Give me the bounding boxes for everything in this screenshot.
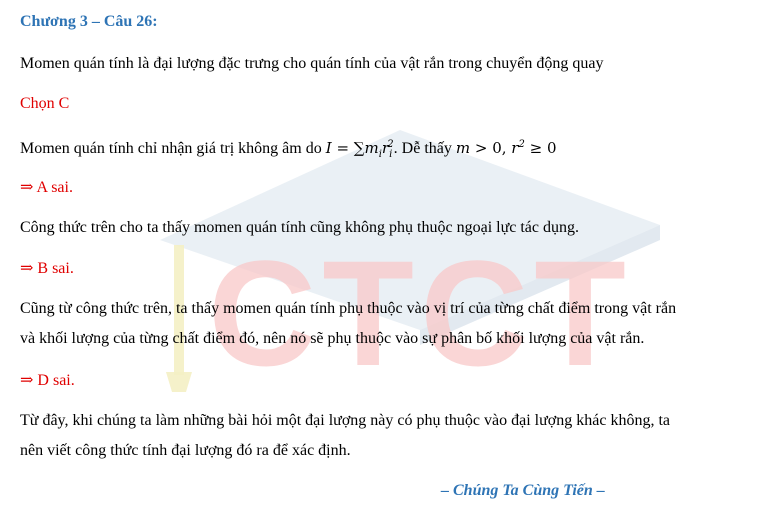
answer-choice: Chọn C <box>20 95 70 112</box>
paragraph-position-line2: và khối lượng của từng chất điểm đó, nên… <box>20 330 645 347</box>
paragraph-position-line1: Cũng từ công thức trên, ta thấy momen qu… <box>20 300 677 317</box>
inertia-formula: I = ∑miri2 <box>325 139 394 160</box>
page-title: Chương 3 – Câu 26: <box>20 13 158 30</box>
verdict-b: ⇒ B sai. <box>20 260 74 277</box>
formula-middle-text: . Dễ thấy <box>393 140 452 157</box>
paragraph-definition: Momen quán tính là đại lượng đặc trưng c… <box>20 55 604 72</box>
footer-signature: – Chúng Ta Cùng Tiến – <box>441 482 605 499</box>
paragraph-external-force: Công thức trên cho ta thấy momen quán tí… <box>20 219 580 236</box>
verdict-a: ⇒ A sai. <box>20 179 73 196</box>
formula-intro-text: Momen quán tính chỉ nhận giá trị không â… <box>20 140 322 157</box>
paragraph-conclusion-line2: nên viết công thức tính đại lượng đó ra … <box>20 442 351 459</box>
verdict-d: ⇒ D sai. <box>20 372 75 389</box>
paragraph-formula: Momen quán tính chỉ nhận giá trị không â… <box>20 135 557 165</box>
condition-formula: m > 0, r2 ≥ 0 <box>455 139 557 157</box>
paragraph-conclusion-line1: Từ đây, khi chúng ta làm những bài hỏi m… <box>20 412 670 429</box>
document-page: Chương 3 – Câu 26: Momen quán tính là đạ… <box>0 0 769 521</box>
